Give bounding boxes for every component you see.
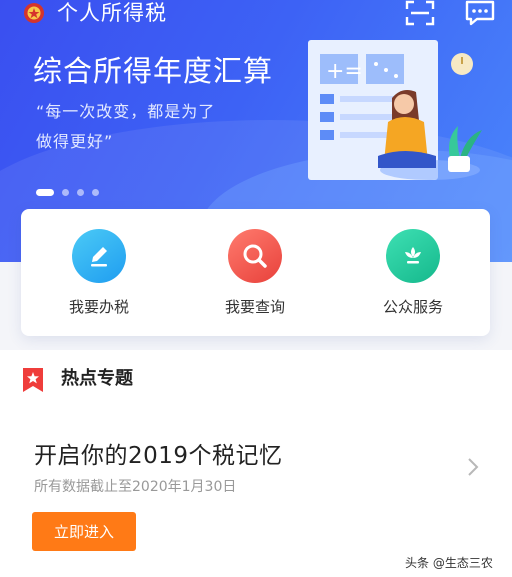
bookmark-star-icon — [23, 368, 43, 392]
message-icon[interactable] — [464, 0, 496, 26]
carousel-indicator[interactable] — [36, 182, 107, 196]
banner-quote-line: 做得更好” — [36, 132, 114, 151]
enter-now-button[interactable]: 立即进入 — [32, 512, 136, 551]
banner-illustration: += — [308, 40, 482, 180]
topic-subtitle: 所有数据截止至2020年1月30日 — [34, 479, 237, 495]
action-query[interactable]: 我要查询 — [195, 229, 315, 317]
quick-actions-card: 我要办税 我要查询 公众服务 — [21, 209, 490, 336]
banner-quote: “每一次改变，都是为了 做得更好” — [36, 97, 256, 157]
action-label: 我要查询 — [224, 298, 285, 316]
tax-emblem-icon — [24, 3, 44, 23]
app-title: 个人所得税 — [57, 1, 167, 25]
topic-title[interactable]: 开启你的2019个税记忆 — [34, 436, 283, 470]
carousel-dot[interactable] — [92, 189, 99, 196]
flower-icon — [386, 229, 440, 283]
carousel-dot[interactable] — [77, 189, 84, 196]
carousel-dot[interactable] — [62, 189, 69, 196]
svg-text:+=: += — [326, 59, 363, 84]
banner-quote-line: “每一次改变，都是为了 — [36, 102, 216, 121]
pencil-icon — [72, 229, 126, 283]
scan-icon[interactable] — [405, 0, 435, 26]
carousel-dot-active[interactable] — [36, 189, 54, 196]
section-title: 热点专题 — [61, 368, 133, 389]
top-bar: 个人所得税 — [0, 0, 512, 28]
action-public-service[interactable]: 公众服务 — [353, 229, 473, 317]
chevron-right-icon[interactable] — [466, 456, 480, 478]
hot-topics-section: 热点专题 开启你的2019个税记忆 所有数据截止至2020年1月30日 立即进入 — [0, 350, 512, 577]
banner-title: 综合所得年度汇算 — [33, 54, 274, 88]
action-tax-filing[interactable]: 我要办税 — [39, 229, 159, 317]
search-icon — [228, 229, 282, 283]
watermark: 头条 @生态三农 — [405, 556, 493, 570]
action-label: 我要办税 — [68, 298, 129, 316]
action-label: 公众服务 — [382, 298, 443, 316]
